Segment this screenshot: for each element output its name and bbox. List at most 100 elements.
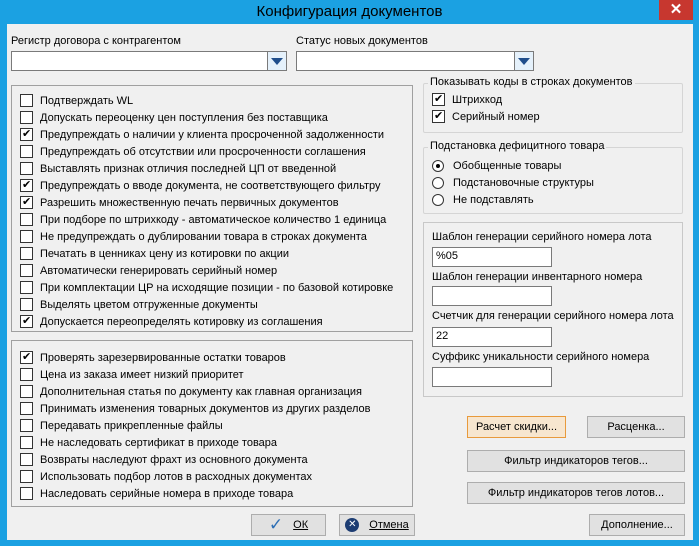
cancel-icon: ✕ — [345, 518, 360, 532]
checkbox-option[interactable]: Серийный номер — [432, 108, 540, 125]
dialog-body: Регистр договора с контрагентом Статус н… — [7, 24, 693, 540]
checkbox[interactable] — [20, 127, 33, 141]
checkbox-option[interactable]: Предупреждать о вводе документа, не соот… — [20, 177, 381, 194]
radio-button[interactable] — [432, 193, 444, 206]
codes-group: Показывать коды в строках документов Штр… — [423, 76, 683, 133]
checkbox-option[interactable]: Печатать в ценниках цену из котировки по… — [20, 245, 289, 262]
pricing-button[interactable]: Расценка... — [587, 416, 685, 438]
checkbox-option[interactable]: Выставлять признак отличия последней ЦП … — [20, 160, 336, 177]
option-label: Автоматически генерировать серийный номе… — [40, 264, 278, 277]
lot-serial-template-label: Шаблон генерации серийного номера лота — [432, 231, 652, 243]
serial-suffix-label: Суффикс уникальности серийного номера — [432, 351, 650, 363]
checkbox[interactable] — [20, 281, 33, 294]
discount-calc-button[interactable]: Расчет скидки... — [467, 416, 566, 438]
checkbox[interactable] — [20, 264, 33, 277]
checkbox[interactable] — [20, 230, 33, 243]
checkbox-option[interactable]: При комплектации ЦР на исходящие позиции… — [20, 279, 393, 296]
lot-counter-label: Счетчик для генерации серийного номера л… — [432, 310, 674, 322]
substitution-group: Подстановка дефицитного товара Обобщенны… — [423, 140, 683, 214]
checkbox-option[interactable]: Использовать подбор лотов в расходных до… — [20, 468, 312, 485]
checkbox-option[interactable]: Предупреждать об отсутствии или просроче… — [20, 143, 366, 160]
option-label: Разрешить множественную печать первичных… — [40, 196, 339, 209]
checkbox[interactable] — [20, 350, 33, 364]
checkbox[interactable] — [20, 247, 33, 260]
checkbox-option[interactable]: Предупреждать о наличии у клиента просро… — [20, 126, 384, 143]
checkbox-option[interactable]: Допускается переопределять котировку из … — [20, 313, 323, 330]
radio-option[interactable]: Обобщенные товары — [432, 157, 561, 174]
checkbox[interactable] — [20, 419, 33, 432]
substitution-group-title: Подстановка дефицитного товара — [428, 140, 607, 152]
new-docs-status-combo[interactable] — [296, 51, 534, 71]
tag-filter-lots-button[interactable]: Фильтр индикаторов тегов лотов... — [467, 482, 685, 504]
checkbox-option[interactable]: Не наследовать сертификат в приходе това… — [20, 434, 277, 451]
checkbox-option[interactable]: При подборе по штрихкоду - автоматическо… — [20, 211, 386, 228]
checkbox[interactable] — [20, 213, 33, 226]
checkbox-option[interactable]: Не предупреждать о дублировании товара в… — [20, 228, 367, 245]
checkbox[interactable] — [20, 298, 33, 311]
checkbox[interactable] — [20, 470, 33, 483]
contract-register-dropdown-button[interactable] — [267, 52, 286, 70]
checkbox[interactable] — [20, 94, 33, 107]
checkbox-option[interactable]: Дополнительная статья по документу как г… — [20, 383, 362, 400]
option-label: Предупреждать о вводе документа, не соот… — [40, 179, 381, 192]
option-label: Проверять зарезервированные остатки това… — [40, 351, 286, 364]
checkbox-option[interactable]: Принимать изменения товарных документов … — [20, 400, 370, 417]
new-docs-status-label: Статус новых документов — [296, 35, 428, 47]
option-label: Штрихкод — [452, 93, 503, 106]
close-button[interactable]: ✕ — [659, 0, 693, 20]
checkbox-option[interactable]: Подтверждать WL — [20, 92, 133, 109]
checkbox-option[interactable]: Передавать прикрепленные файлы — [20, 417, 223, 434]
checkbox-option[interactable]: Возвраты наследуют фрахт из основного до… — [20, 451, 308, 468]
option-label: Дополнительная статья по документу как г… — [40, 385, 363, 398]
option-label: Предупреждать об отсутствии или просроче… — [40, 145, 366, 158]
checkbox[interactable] — [20, 111, 33, 124]
new-docs-status-dropdown-button[interactable] — [514, 52, 533, 70]
templates-panel: Шаблон генерации серийного номера лота %… — [423, 222, 683, 397]
ok-button[interactable]: ✓ ОК — [251, 514, 326, 536]
option-label: Предупреждать о наличии у клиента просро… — [40, 128, 385, 141]
checkbox[interactable] — [20, 385, 33, 398]
option-label: Допускать переоценку цен поступления без… — [40, 111, 328, 124]
radio-button[interactable] — [432, 176, 444, 189]
checkbox-option[interactable]: Допускать переоценку цен поступления без… — [20, 109, 328, 126]
checkbox[interactable] — [20, 314, 33, 328]
checkbox-option[interactable]: Выделять цветом отгруженные документы — [20, 296, 258, 313]
option-label: Подстановочные структуры — [453, 176, 594, 189]
checkbox[interactable] — [20, 162, 33, 175]
radio-button[interactable] — [432, 159, 444, 172]
checkbox[interactable] — [20, 402, 33, 415]
radio-option[interactable]: Подстановочные структуры — [432, 174, 594, 191]
checkbox-option[interactable]: Штрихкод — [432, 91, 502, 108]
checkbox-option[interactable]: Автоматически генерировать серийный номе… — [20, 262, 277, 279]
serial-suffix-input[interactable] — [432, 367, 552, 387]
checkbox[interactable] — [432, 92, 445, 106]
checkbox[interactable] — [20, 178, 33, 192]
checkbox-option[interactable]: Наследовать серийные номера в приходе то… — [20, 485, 293, 502]
checkbox[interactable] — [20, 453, 33, 466]
checkbox-option[interactable]: Цена из заказа имеет низкий приоритет — [20, 366, 244, 383]
contract-register-combo[interactable] — [11, 51, 287, 71]
checkbox[interactable] — [20, 436, 33, 449]
tag-filter-button[interactable]: Фильтр индикаторов тегов... — [467, 450, 685, 472]
option-label: Не подставлять — [453, 193, 534, 206]
lot-counter-input[interactable]: 22 — [432, 327, 552, 347]
contract-register-label: Регистр договора с контрагентом — [11, 35, 181, 47]
option-label: Наследовать серийные номера в приходе то… — [40, 487, 294, 500]
lot-serial-template-input[interactable]: %05 — [432, 247, 552, 267]
checkbox[interactable] — [20, 368, 33, 381]
option-label: Принимать изменения товарных документов … — [40, 402, 371, 415]
checkbox[interactable] — [20, 145, 33, 158]
options-panel-top: Подтверждать WL Допускать переоценку цен … — [11, 85, 413, 332]
option-label: При подборе по штрихкоду - автоматическо… — [40, 213, 387, 226]
chevron-down-icon — [518, 57, 530, 65]
checkbox[interactable] — [432, 109, 445, 123]
cancel-button[interactable]: ✕ Отмена — [339, 514, 415, 536]
addition-button[interactable]: Дополнение... — [589, 514, 685, 536]
checkbox[interactable] — [20, 195, 33, 209]
checkbox-option[interactable]: Проверять зарезервированные остатки това… — [20, 349, 286, 366]
window-title: Конфигурация документов — [256, 3, 443, 20]
radio-option[interactable]: Не подставлять — [432, 191, 534, 208]
inventory-template-input[interactable] — [432, 286, 552, 306]
checkbox[interactable] — [20, 487, 33, 500]
checkbox-option[interactable]: Разрешить множественную печать первичных… — [20, 194, 339, 211]
